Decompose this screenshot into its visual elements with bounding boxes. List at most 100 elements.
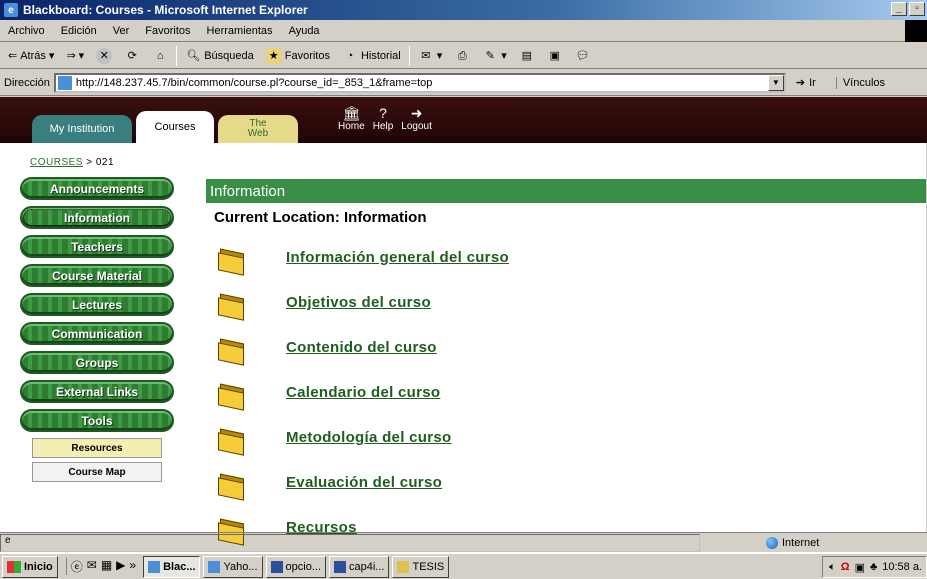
nav-communication[interactable]: Communication <box>20 322 174 345</box>
mail-button[interactable]: ✉ ▾ <box>414 45 447 67</box>
zone-label: Internet <box>782 536 820 549</box>
status-bar: e Internet <box>0 532 927 552</box>
folder-icon[interactable] <box>218 472 248 501</box>
task-button[interactable]: cap4i... <box>329 555 390 578</box>
search-label: Búsqueda <box>204 49 254 62</box>
forward-arrow-icon: ⇒ <box>66 50 76 62</box>
content-link[interactable]: Información general del curso <box>286 249 509 266</box>
nav-lectures[interactable]: Lectures <box>20 293 174 316</box>
nav-announcements[interactable]: Announcements <box>20 177 174 200</box>
nav-external-links[interactable]: External Links <box>20 380 174 403</box>
ie-icon <box>208 560 221 573</box>
home-link[interactable]: 🏛︎ Home <box>338 105 365 132</box>
forward-button[interactable]: ⇒ ▾ <box>62 45 88 67</box>
media-icon[interactable]: ▶ <box>116 558 125 575</box>
print-icon: ⎙ <box>457 49 467 62</box>
content-link[interactable]: Contenido del curso <box>286 339 437 356</box>
tab-my-institution[interactable]: My Institution <box>32 115 132 143</box>
start-button[interactable]: Inicio <box>2 555 58 578</box>
nav-resources[interactable]: Resources <box>32 438 162 458</box>
messenger-icon: ▣ <box>549 49 560 62</box>
minimize-button[interactable]: _ <box>891 2 907 16</box>
go-label: Ir <box>809 76 816 89</box>
print-button[interactable]: ⎙ <box>450 45 474 67</box>
globe-icon <box>766 536 778 549</box>
refresh-button[interactable]: ⟳ <box>120 45 144 67</box>
list-item: Evaluación del curso <box>218 460 509 505</box>
word-icon <box>334 560 346 573</box>
address-input[interactable]: http://148.237.45.7/bin/common/course.pl… <box>53 72 786 93</box>
system-tray: 🔈︎ Ω ▣ ♣ 10:58 a. <box>822 556 927 578</box>
ie-icon[interactable]: ⓔ <box>71 558 83 575</box>
toolbar-separator <box>176 45 178 66</box>
favorites-button[interactable]: ★ Favoritos <box>262 45 334 67</box>
list-item: Objetivos del curso <box>218 280 509 325</box>
breadcrumb-courses-link[interactable]: COURSES <box>30 157 83 168</box>
task-button[interactable]: TESIS <box>392 555 450 578</box>
content-link[interactable]: Objetivos del curso <box>286 294 431 311</box>
restore-button[interactable]: ▫ <box>909 2 925 16</box>
tab-the-web[interactable]: The Web <box>218 115 298 143</box>
nav-course-material[interactable]: Course Material <box>20 264 174 287</box>
task-button[interactable]: Blac... <box>143 555 201 578</box>
breadcrumb: COURSES > 021 <box>30 157 114 168</box>
home-button[interactable]: ⌂ <box>148 45 172 67</box>
folder-icon[interactable] <box>218 292 248 321</box>
refresh-icon: ⟳ <box>127 49 137 62</box>
discuss-button[interactable]: ▤ <box>515 45 539 67</box>
nav-information[interactable]: Information <box>20 206 174 229</box>
antivirus-icon[interactable]: Ω <box>841 561 850 573</box>
messenger-button[interactable]: ▣ <box>543 45 567 67</box>
chevron-more-icon[interactable]: » <box>129 558 136 575</box>
task-button[interactable]: opcio... <box>265 555 326 578</box>
list-item: Información general del curso <box>218 235 509 280</box>
list-item: Calendario del curso <box>218 370 509 415</box>
current-location: Current Location: Information <box>214 209 427 226</box>
stop-icon: ✕ <box>96 47 113 64</box>
menu-ver[interactable]: Ver <box>105 25 138 37</box>
content-link[interactable]: Metodología del curso <box>286 429 451 446</box>
menu-favoritos[interactable]: Favoritos <box>137 25 198 37</box>
bank-icon: 🏛︎ <box>342 105 361 121</box>
network-icon[interactable]: ▣ <box>855 561 865 574</box>
messenger-icon[interactable]: ♣ <box>870 561 877 573</box>
edit-button[interactable]: ✎ ▾ <box>478 45 511 67</box>
task-button[interactable]: Yaho... <box>203 555 263 578</box>
back-button[interactable]: ⇐ Atrás ▾ <box>4 45 58 67</box>
chevron-down-icon[interactable]: ▼ <box>767 74 784 91</box>
menu-herramientas[interactable]: Herramientas <box>199 25 281 37</box>
history-label: Historial <box>360 49 401 62</box>
logout-label: Logout <box>401 121 432 132</box>
stop-button[interactable]: ✕ <box>92 45 116 67</box>
tab-courses[interactable]: Courses <box>136 111 214 143</box>
content-list: Información general del curso Objetivos … <box>218 235 509 550</box>
folder-icon[interactable] <box>218 247 248 276</box>
folder-icon[interactable] <box>218 337 248 366</box>
go-button[interactable]: ➔ Ir <box>796 76 816 90</box>
folder-icon[interactable] <box>218 427 248 456</box>
history-button[interactable]: ◔ Historial <box>338 45 405 67</box>
desktop-icon[interactable]: ▦ <box>101 558 112 575</box>
task-label: Blac... <box>163 560 196 573</box>
nav-course-map[interactable]: Course Map <box>32 462 162 482</box>
folder-icon[interactable] <box>218 382 248 411</box>
links-button[interactable]: Vínculos <box>835 76 885 89</box>
menu-edicion[interactable]: Edición <box>53 25 105 37</box>
list-item: Contenido del curso <box>218 325 509 370</box>
search-icon: 🔍︎ <box>186 49 201 62</box>
content-link[interactable]: Calendario del curso <box>286 384 440 401</box>
nav-teachers[interactable]: Teachers <box>20 235 174 258</box>
help-link[interactable]: ? Help <box>373 105 394 132</box>
search-button[interactable]: 🔍︎ Búsqueda <box>181 45 258 67</box>
menu-ayuda[interactable]: Ayuda <box>281 25 328 37</box>
menu-archivo[interactable]: Archivo <box>0 25 53 37</box>
nav-groups[interactable]: Groups <box>20 351 174 374</box>
menu-bar: Archivo Edición Ver Favoritos Herramient… <box>0 20 927 42</box>
nav-tools[interactable]: Tools <box>20 409 174 432</box>
logout-link[interactable]: ➜ Logout <box>401 105 432 132</box>
content-link[interactable]: Evaluación del curso <box>286 474 442 491</box>
chat-button[interactable]: 💬︎ <box>571 45 595 67</box>
volume-icon[interactable]: 🔈︎ <box>829 561 836 574</box>
outlook-icon[interactable]: ✉ <box>87 558 97 575</box>
search-folder-icon <box>397 560 410 573</box>
